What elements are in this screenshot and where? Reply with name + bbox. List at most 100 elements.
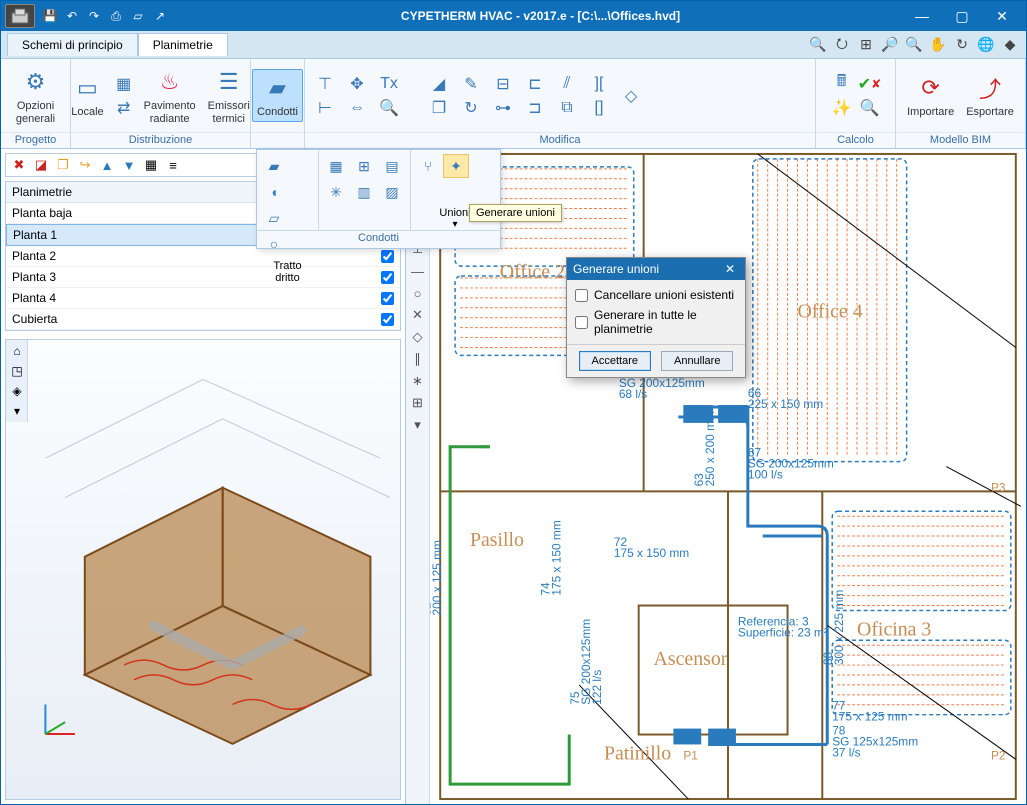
union-icon1[interactable]: ⑂ <box>415 154 441 178</box>
box-icon[interactable]: ▱ <box>129 7 147 25</box>
paste-icon[interactable]: ↪ <box>76 156 94 174</box>
erase-icon[interactable]: ◢ <box>427 73 451 95</box>
tab-planimetrie[interactable]: Planimetrie <box>138 33 228 56</box>
snap-lock-icon[interactable]: ⊞ <box>408 393 428 413</box>
pavimento-button[interactable]: ♨Pavimentoradiante <box>140 64 200 126</box>
plan-visibility-checkbox[interactable] <box>381 271 394 284</box>
up-icon[interactable]: ▲ <box>98 156 116 174</box>
plan-visibility-checkbox[interactable] <box>381 292 394 305</box>
swap-icon[interactable]: ⇄ <box>112 97 136 119</box>
label-ascensor: Ascensor <box>654 648 728 670</box>
emissori-button[interactable]: ☰Emissoritermici <box>204 64 254 126</box>
align-v-icon[interactable]: ⊤ <box>313 73 337 95</box>
layers-icon[interactable]: ≡ <box>164 156 182 174</box>
union-generate-icon[interactable]: ✦ <box>443 154 469 178</box>
tratto-icon3[interactable]: ▱ <box>261 206 287 230</box>
bracket-icon[interactable]: ][ <box>587 73 611 95</box>
maximize-button[interactable]: ▢ <box>942 1 982 31</box>
annullare-button[interactable]: Annullare <box>661 351 733 371</box>
search-icon[interactable]: 🔍 <box>858 97 882 119</box>
snap-all-icon[interactable]: ∗ <box>408 371 428 391</box>
preview-3d[interactable]: ⌂ ◳ ◈ ▾ <box>5 339 401 800</box>
grid-icon6[interactable]: ▨ <box>379 180 405 204</box>
trim-icon[interactable]: ⊏ <box>523 73 547 95</box>
plan-row[interactable]: Planta 2 <box>6 246 400 267</box>
snap-down-icon[interactable]: ▾ <box>408 415 428 435</box>
snap-ext-icon[interactable]: — <box>408 261 428 281</box>
locale-button[interactable]: ▭Locale <box>67 70 107 120</box>
plan-row[interactable]: Planta 4 <box>6 288 400 309</box>
print-icon[interactable]: ⎙ <box>107 7 125 25</box>
world-icon[interactable]: 🌐 <box>976 35 996 55</box>
calc-icon[interactable]: ▦ <box>112 73 136 95</box>
plan-row[interactable]: Cubierta <box>6 309 400 330</box>
zoomfit-icon[interactable]: 🔍 <box>377 97 401 119</box>
move-icon[interactable]: ✥ <box>345 73 369 95</box>
snap-center-icon[interactable]: ○ <box>408 283 428 303</box>
export-icon[interactable]: ↗ <box>151 7 169 25</box>
undo-icon[interactable]: ↶ <box>63 7 81 25</box>
opt-tutte[interactable]: Generare in tutte le planimetrie <box>575 308 737 336</box>
layer-icon[interactable]: ◇ <box>619 85 643 107</box>
snap-int-icon[interactable]: ✕ <box>408 305 428 325</box>
grid-icon1[interactable]: ▦ <box>323 154 349 178</box>
minimize-button[interactable]: — <box>902 1 942 31</box>
text-icon[interactable]: Tx <box>377 73 401 95</box>
edit2-icon[interactable]: ◪ <box>32 156 50 174</box>
zoom-out-icon[interactable]: 🔍 <box>904 35 924 55</box>
new-icon[interactable]: ✖ <box>10 156 28 174</box>
snap-par-icon[interactable]: ∥ <box>408 349 428 369</box>
dialog-close-icon[interactable]: ✕ <box>721 262 739 276</box>
check-icon[interactable]: ✔✘ <box>858 73 882 95</box>
esportare-button[interactable]: ⤴Esportare <box>962 70 1018 120</box>
mirror-icon[interactable]: ⧉ <box>555 97 579 119</box>
split-icon[interactable]: ⊟ <box>491 73 515 95</box>
edit-icon[interactable]: ✎ <box>459 73 483 95</box>
redo-icon[interactable]: ↷ <box>85 7 103 25</box>
wand-icon[interactable]: ✨ <box>830 97 854 119</box>
grid-icon2[interactable]: ⊞ <box>351 154 377 178</box>
importare-button[interactable]: ⟳Importare <box>903 70 958 120</box>
copy2-icon[interactable]: ❐ <box>54 156 72 174</box>
tratto-icon4[interactable]: ○ <box>261 232 287 256</box>
orbit-icon[interactable]: ⭮ <box>832 35 852 55</box>
bracket2-icon[interactable]: [] <box>587 97 611 119</box>
chk-cancellare[interactable] <box>575 289 588 302</box>
grid-icon4[interactable]: ✳ <box>323 180 349 204</box>
chk-tutte[interactable] <box>575 316 588 329</box>
grid-icon3[interactable]: ▤ <box>379 154 405 178</box>
refresh-icon[interactable]: ↻ <box>952 35 972 55</box>
move2-icon[interactable]: ⇔ <box>345 97 369 119</box>
group-modifica: Modifica <box>305 132 815 148</box>
calculator-icon[interactable]: 🖩 <box>830 73 854 95</box>
snap-near-icon[interactable]: ◇ <box>408 327 428 347</box>
tab-strip: Schemi di principio Planimetrie 🔍 ⭮ ⊞ 🔎 … <box>1 31 1026 59</box>
extend-icon[interactable]: ⊐ <box>523 97 547 119</box>
junction-icon[interactable]: ⊶ <box>491 97 515 119</box>
down-icon[interactable]: ▼ <box>120 156 138 174</box>
tratto-icon2[interactable]: ◖ <box>261 180 287 204</box>
drawing-canvas[interactable]: Office 2 Office 4 Pasillo Oficina 3 Asce… <box>430 149 1026 804</box>
plan-visibility-checkbox[interactable] <box>381 250 394 263</box>
opzioni-button[interactable]: ⚙Opzionigenerali <box>12 64 59 126</box>
close-button[interactable]: ✕ <box>982 1 1022 31</box>
zoom-extents-icon[interactable]: ⊞ <box>856 35 876 55</box>
accettare-button[interactable]: Accettare <box>579 351 651 371</box>
tab-schemi[interactable]: Schemi di principio <box>7 33 138 56</box>
align-h-icon[interactable]: ⊢ <box>313 97 337 119</box>
offset-icon[interactable]: ⫽ <box>555 73 579 95</box>
opt-cancellare[interactable]: Cancellare unioni esistenti <box>575 288 737 302</box>
pan-icon[interactable]: ✋ <box>928 35 948 55</box>
plan-visibility-checkbox[interactable] <box>381 313 394 326</box>
condotti-button[interactable]: ▰Condotti <box>252 69 303 121</box>
rotate-icon[interactable]: ↻ <box>459 97 483 119</box>
tratto-icon1[interactable]: ▰ <box>261 154 287 178</box>
dxf-icon[interactable]: ▦ <box>142 156 160 174</box>
zoom-window-icon[interactable]: 🔎 <box>880 35 900 55</box>
grid-icon5[interactable]: ▥ <box>351 180 377 204</box>
save-icon[interactable]: 💾 <box>41 7 59 25</box>
copy-icon[interactable]: ❐ <box>427 97 451 119</box>
plan-row[interactable]: Planta 3 <box>6 267 400 288</box>
help-icon[interactable]: ◆ <box>1000 35 1020 55</box>
binoculars-icon[interactable]: 🔍 <box>808 35 828 55</box>
